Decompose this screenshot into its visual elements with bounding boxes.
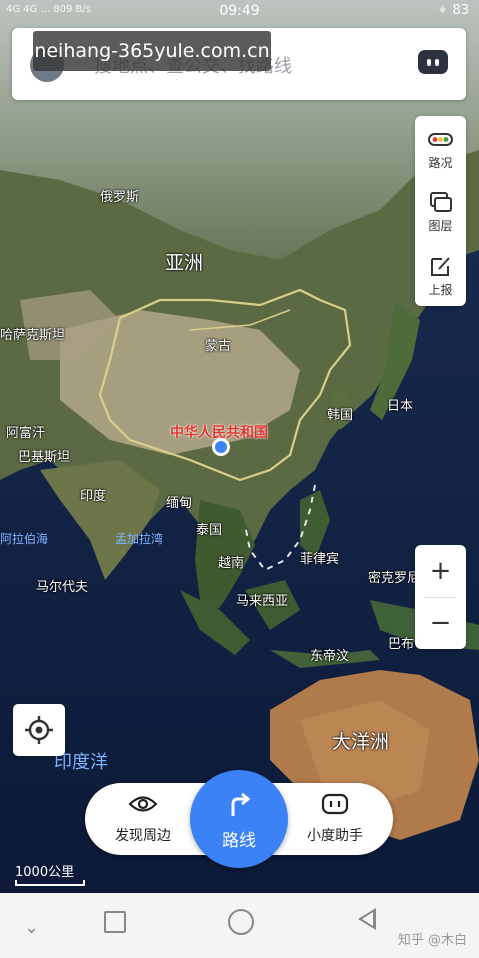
- assistant-icon: [321, 793, 349, 815]
- label-malaysia: 马来西亚: [236, 594, 289, 609]
- label-arabian-sea: 阿拉伯海: [0, 532, 49, 546]
- scale-bar: [15, 880, 85, 886]
- label-russia: 俄罗斯: [100, 190, 140, 205]
- report-icon: [431, 257, 450, 276]
- status-right: ⌖ 83: [439, 3, 469, 18]
- label-mongolia: 蒙古: [205, 339, 232, 354]
- layers-button[interactable]: 图层: [415, 179, 466, 241]
- traffic-icon: [428, 133, 453, 146]
- label-bay-of-bengal: 孟加拉湾: [115, 532, 164, 546]
- assistant-button[interactable]: 小度助手: [285, 793, 385, 845]
- location-icon: ⌖: [439, 3, 447, 18]
- chevron-down-icon[interactable]: ⌄: [24, 917, 39, 938]
- label-thailand: 泰国: [196, 523, 223, 538]
- label-east-timor: 东帝汶: [310, 649, 350, 664]
- report-label: 上报: [428, 283, 453, 297]
- route-button[interactable]: 路线: [190, 770, 288, 868]
- layers-icon: [430, 192, 452, 212]
- label-micronesia: 密克罗尼: [368, 571, 421, 586]
- credit-text: 知乎 @木白: [397, 933, 467, 948]
- label-myanmar: 缅甸: [166, 496, 193, 511]
- map-tools-panel: 路况 图层 上报: [415, 116, 466, 306]
- traffic-label: 路况: [428, 156, 453, 170]
- discover-label: 发现周边: [115, 828, 171, 844]
- label-vietnam: 越南: [218, 556, 245, 571]
- location-dot: [215, 441, 227, 453]
- label-maldives: 马尔代夫: [36, 580, 89, 595]
- eye-icon: [128, 796, 158, 812]
- back-button[interactable]: [358, 908, 376, 930]
- label-pakistan: 巴基斯坦: [18, 450, 71, 465]
- route-label: 路线: [222, 831, 256, 851]
- status-bar: 4G 4G ... 809 B/s 09:49 ⌖ 83: [0, 0, 479, 24]
- home-button[interactable]: [228, 909, 254, 935]
- traffic-button[interactable]: 路况: [415, 116, 466, 178]
- label-asia: 亚洲: [165, 252, 204, 274]
- crosshair-icon: [25, 716, 53, 744]
- recent-apps-button[interactable]: [104, 911, 126, 933]
- voice-assistant-icon[interactable]: [418, 50, 448, 74]
- watermark: neihang-365yule.com.cn: [33, 31, 271, 71]
- locate-button[interactable]: [13, 704, 65, 756]
- scale-label: 1000公里: [15, 865, 75, 880]
- report-button[interactable]: 上报: [415, 243, 466, 305]
- current-location-marker: [212, 438, 230, 456]
- label-kazakhstan: 哈萨克斯坦: [0, 328, 66, 343]
- zoom-out-button[interactable]: −: [415, 597, 466, 649]
- map-view[interactable]: 俄罗斯 亚洲 哈萨克斯坦 蒙古 中华人民共和国 韩国 日本 阿富汗 巴基斯坦 印…: [0, 0, 479, 893]
- label-afghanistan: 阿富汗: [6, 426, 46, 441]
- battery-level: 83: [452, 3, 469, 18]
- label-philippines: 菲律宾: [300, 552, 340, 567]
- system-nav-bar: ⌄ 知乎 @木白: [0, 893, 479, 958]
- route-arrow-icon: [231, 792, 251, 816]
- label-oceania: 大洋洲: [332, 731, 390, 753]
- label-papua: 巴布: [388, 637, 415, 652]
- assistant-label: 小度助手: [307, 828, 363, 844]
- layers-label: 图层: [428, 219, 453, 233]
- label-korea: 韩国: [327, 408, 354, 423]
- status-time: 09:49: [219, 3, 260, 19]
- label-india: 印度: [80, 489, 107, 504]
- label-japan: 日本: [387, 399, 414, 414]
- zoom-controls: + −: [415, 545, 466, 649]
- discover-nearby-button[interactable]: 发现周边: [93, 793, 193, 845]
- zoom-in-button[interactable]: +: [415, 545, 466, 597]
